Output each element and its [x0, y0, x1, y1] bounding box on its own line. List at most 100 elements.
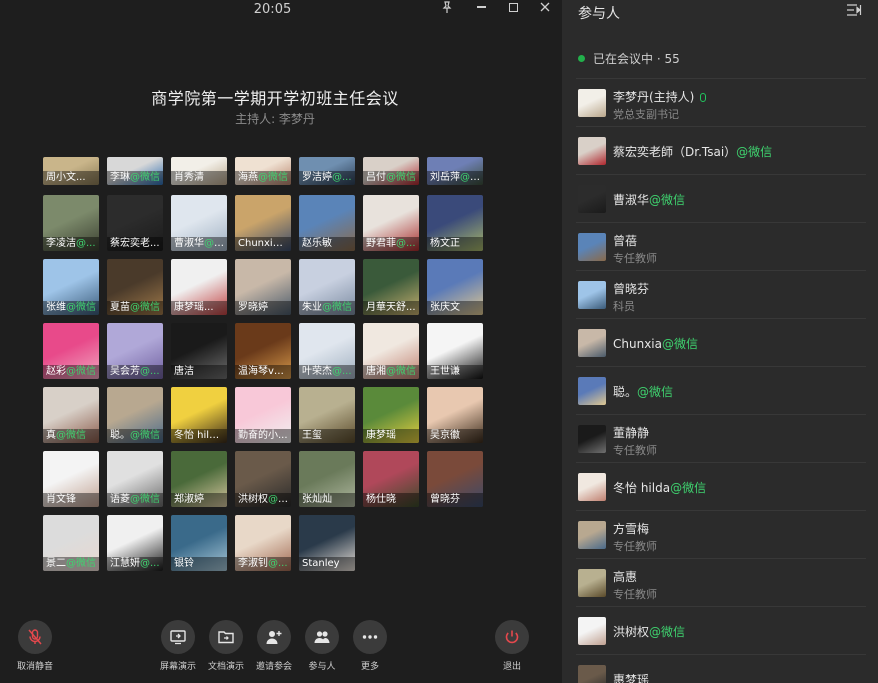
tile-name: 唐湘 — [366, 366, 386, 377]
tile-caption: 郑淑婷 — [171, 493, 227, 507]
participant-video-tile[interactable]: 景二@微信 — [43, 515, 99, 571]
participant-item[interactable]: 曾蓓 专任教师 — [576, 222, 866, 270]
power-icon[interactable] — [495, 620, 529, 654]
participant-video-tile[interactable]: 江慧妍@... — [107, 515, 163, 571]
participant-name: 聪。 — [613, 385, 638, 399]
participant-video-tile[interactable]: 张庆文 — [427, 259, 483, 315]
participant-item[interactable]: 方雪梅 专任教师 — [576, 510, 866, 558]
participant-item[interactable]: 曹淑华@微信 — [576, 174, 866, 222]
wechat-tag: @微信 — [56, 430, 86, 441]
participant-video-tile[interactable]: 康梦瑶 — [363, 387, 419, 443]
participant-item[interactable]: 李梦丹(主持人) 党总支副书记 — [576, 78, 866, 126]
participant-video-tile[interactable]: 曹淑华@微信 — [171, 195, 227, 251]
participant-role: 科员 — [613, 300, 635, 313]
participant-video-tile[interactable]: 郑淑婷 — [171, 451, 227, 507]
participant-item[interactable]: 洪树权@微信 — [576, 606, 866, 654]
tile-name: 真 — [46, 430, 56, 441]
close-icon[interactable] — [536, 0, 554, 14]
tile-name: 罗洁婷 — [302, 172, 332, 183]
participant-video-tile[interactable]: 李琳@微信 — [107, 157, 163, 185]
participant-video-tile[interactable]: 张灿灿 — [299, 451, 355, 507]
tile-caption: 康梦瑶 — [363, 429, 419, 443]
collapse-panel-icon[interactable] — [846, 2, 862, 16]
exit-control[interactable]: 退出 — [482, 620, 542, 672]
participant-video-tile[interactable]: 银铃 — [171, 515, 227, 571]
tile-name: 海燕 — [238, 172, 258, 183]
tile-caption: 李凌洁@... — [43, 237, 99, 251]
participant-video-tile[interactable]: 吴会芳@... — [107, 323, 163, 379]
participant-item[interactable]: 蔡宏奕老師（Dr.Tsai）@微信 — [576, 126, 866, 174]
participant-video-tile[interactable]: 吴京徽 — [427, 387, 483, 443]
tile-name: 郑淑婷 — [174, 494, 204, 505]
participant-video-tile[interactable]: 杨文正 — [427, 195, 483, 251]
avatar — [578, 233, 606, 261]
participant-item[interactable]: 惠梦瑶 — [576, 654, 866, 683]
participant-video-tile[interactable]: 王世谦 — [427, 323, 483, 379]
participant-item[interactable]: 董静静 专任教师 — [576, 414, 866, 462]
participant-item[interactable]: Chunxia@微信 — [576, 318, 866, 366]
tile-name: 李凌洁 — [46, 238, 76, 249]
participant-video-tile[interactable]: Chunxia... — [235, 195, 291, 251]
pin-icon[interactable] — [438, 0, 456, 14]
participant-video-tile[interactable]: 唐洁 — [171, 323, 227, 379]
participant-video-tile[interactable]: 赵乐敏 — [299, 195, 355, 251]
participant-list[interactable]: 李梦丹(主持人) 党总支副书记 蔡宏奕老師（Dr.Tsai）@微信 曹淑华@微信 曾蓓专… — [576, 78, 866, 683]
meeting-main-area: 20:05 商学院第一学期开学初班主任会议 主持人: 李梦丹 周小文... 李琳@… — [0, 0, 562, 683]
participant-item[interactable]: 冬怡 hilda@微信 — [576, 462, 866, 510]
tile-name: 银铃 — [174, 558, 194, 569]
wechat-tag: @... — [396, 238, 416, 249]
participant-item[interactable]: 高惠 专任教师 — [576, 558, 866, 606]
participant-video-tile[interactable]: 语菱@微信 — [107, 451, 163, 507]
participant-video-tile[interactable]: 李凌洁@... — [43, 195, 99, 251]
participant-video-tile[interactable]: 海燕@微信 — [235, 157, 291, 185]
maximize-icon[interactable] — [504, 0, 522, 14]
minimize-icon[interactable] — [472, 0, 490, 14]
participant-video-tile[interactable]: 肖秀清 — [171, 157, 227, 185]
participant-video-tile[interactable]: 聪。@微信 — [107, 387, 163, 443]
wechat-tag: @微信 — [670, 481, 707, 495]
participant-video-tile[interactable]: 野君菲@... — [363, 195, 419, 251]
more-icon[interactable] — [353, 620, 387, 654]
participant-item[interactable]: 聪。@微信 — [576, 366, 866, 414]
participant-video-tile[interactable]: 康梦瑶... — [171, 259, 227, 315]
tile-name: 勤奋的小... — [238, 430, 288, 441]
unmute-control[interactable]: 取消静音 — [5, 620, 65, 672]
participant-item[interactable]: 曾晓芬 科员 — [576, 270, 866, 318]
participant-video-tile[interactable]: 月華天舒... — [363, 259, 419, 315]
participant-video-tile[interactable]: 勤奋的小... — [235, 387, 291, 443]
participant-video-tile[interactable]: 叶荣杰@... — [299, 323, 355, 379]
participant-video-tile[interactable]: 王玺 — [299, 387, 355, 443]
participant-video-tile[interactable]: 朱业@微信 — [299, 259, 355, 315]
participant-video-tile[interactable]: 冬怡 hild... — [171, 387, 227, 443]
document-share-icon[interactable] — [209, 620, 243, 654]
participant-video-tile[interactable]: 唐湘@微信 — [363, 323, 419, 379]
screen-share-icon[interactable] — [161, 620, 195, 654]
participant-video-tile[interactable]: 真@微信 — [43, 387, 99, 443]
participants-icon[interactable] — [305, 620, 339, 654]
participant-video-tile[interactable]: 李淑钊@... — [235, 515, 291, 571]
participant-video-tile[interactable]: 罗晓婷 — [235, 259, 291, 315]
tile-name: 罗晓婷 — [238, 302, 268, 313]
more-control[interactable]: 更多 — [340, 620, 400, 672]
add-user-icon[interactable] — [257, 620, 291, 654]
participant-video-tile[interactable]: 曾晓芬 — [427, 451, 483, 507]
participant-video-tile[interactable]: 杨仕晓 — [363, 451, 419, 507]
participant-video-tile[interactable]: 洪树权@微信 — [235, 451, 291, 507]
participant-video-tile[interactable]: 蔡宏奕老... — [107, 195, 163, 251]
participant-video-tile[interactable]: 夏苗@微信 — [107, 259, 163, 315]
tile-name: 刘岳萍 — [430, 172, 460, 183]
mic-muted-icon[interactable] — [18, 620, 52, 654]
participant-video-tile[interactable]: 刘岳萍@微信 — [427, 157, 483, 185]
tile-caption: 曹淑华@微信 — [171, 237, 227, 251]
participant-video-tile[interactable]: 张维@微信 — [43, 259, 99, 315]
participant-video-tile[interactable]: 罗洁婷@... — [299, 157, 355, 185]
participant-video-tile[interactable]: 温海琴ve... — [235, 323, 291, 379]
participants-panel: 参与人 已在会议中 · 55 李梦丹(主持人) 党总支副书记 蔡宏奕老師（Dr.Ts… — [562, 0, 878, 683]
participant-video-tile[interactable]: Stanley — [299, 515, 355, 571]
participant-video-tile[interactable]: 周小文... — [43, 157, 99, 185]
participant-video-tile[interactable]: 肖文锋 — [43, 451, 99, 507]
tile-caption: 银铃 — [171, 557, 227, 571]
tile-caption: 朱业@微信 — [299, 301, 355, 315]
participant-video-tile[interactable]: 吕付@微信 — [363, 157, 419, 185]
participant-video-tile[interactable]: 赵彩@微信 — [43, 323, 99, 379]
